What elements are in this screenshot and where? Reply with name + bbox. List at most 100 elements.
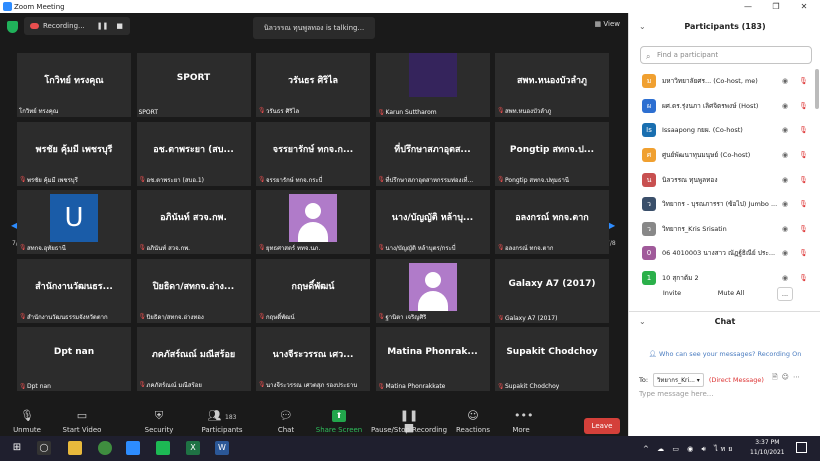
unmute-button[interactable]: 🎙︎ Unmute <box>0 410 57 435</box>
video-status-icon[interactable]: ◉ <box>782 151 788 159</box>
file-explorer-icon[interactable] <box>68 441 82 455</box>
who-can-see-link[interactable]: 👤︎ Who can see your messages? Recording … <box>629 350 820 358</box>
participant-row[interactable]: 0 06 4010003 นางสาว ณัฏฐ์ธิณีย์ ประ... ◉ 🎙︎ <box>629 241 815 266</box>
stop-recording-button[interactable]: ■ <box>116 22 123 30</box>
video-tile[interactable]: Galaxy A7 (2017) 🎙︎ Galaxy A7 (2017) <box>495 258 609 323</box>
video-tile[interactable]: 🎙︎ ยุทธศาสตร์ ททจ.นภ. <box>256 190 370 254</box>
start-video-label: Start Video <box>62 426 102 434</box>
participant-search-input[interactable]: ⌕ Find a participant <box>640 46 812 64</box>
search-taskbar-icon[interactable]: ◯ <box>37 441 51 455</box>
mic-status-icon[interactable]: 🎙︎ <box>799 200 808 208</box>
video-status-icon[interactable]: ◉ <box>782 176 788 184</box>
participant-row[interactable]: ศ ศูนย์พัฒนาทุนมนุษย์ (Co-host) ◉ 🎙︎ <box>629 143 815 168</box>
video-tile[interactable]: U 🎙︎ สทกจ.อุทัยธานี <box>17 190 131 254</box>
view-button[interactable]: ▦ View <box>595 20 620 28</box>
participants-button[interactable]: 👥︎ 183 Participants <box>192 410 252 435</box>
close-button[interactable]: ✕ <box>790 0 818 13</box>
invite-button[interactable]: Invite <box>659 287 685 301</box>
participant-row[interactable]: ว วิทยากร - บุรณภารรา (ซ้อไป) Jumbo ... ◉ 🎙… <box>629 192 815 217</box>
pause-stop-recording-button[interactable]: ❚❚ ■ Pause/Stop Recording <box>369 410 449 435</box>
search-placeholder: Find a participant <box>657 51 719 59</box>
video-tile[interactable]: SPORT SPORT <box>136 53 251 117</box>
video-tile[interactable]: พรชัย คุ้มมี เพชรบุรี 🎙︎ พรชัย คุ้มมี เพชร… <box>17 121 131 186</box>
participant-row[interactable]: Is Issaapong กยผ. (Co-host) ◉ 🎙︎ <box>629 118 815 143</box>
video-tile[interactable]: สำนักงานวัฒนธร... 🎙︎ สำนักงานวัฒนธรรมจังหว… <box>17 258 131 323</box>
clock[interactable]: 3:37 PM 11/10/2021 <box>750 438 785 458</box>
notification-icon[interactable] <box>796 442 807 453</box>
video-status-icon[interactable]: ◉ <box>782 200 788 208</box>
video-tile[interactable]: กฤษดิ์พัฒน์ 🎙︎ กฤษดิ์พัฒน์ <box>256 258 370 323</box>
chat-more-icon[interactable]: ⋯ <box>793 373 804 381</box>
leave-button[interactable]: Leave <box>584 418 620 434</box>
participant-row[interactable]: ม มหาวิทยาลัยศร... (Co-host, me) ◉ 🎙︎ <box>629 69 815 94</box>
mic-muted-icon: 🎙︎ <box>19 312 27 320</box>
chat-button[interactable]: 💬︎ Chat <box>256 410 316 435</box>
security-shield-icon[interactable] <box>7 21 18 33</box>
more-button[interactable]: ••• More <box>491 410 551 435</box>
windows-start-icon[interactable]: ⊞ <box>10 441 24 455</box>
mic-status-icon[interactable]: 🎙︎ <box>799 225 808 233</box>
mic-status-icon[interactable]: 🎙︎ <box>799 274 808 282</box>
video-status-icon[interactable]: ◉ <box>782 249 788 257</box>
excel-icon[interactable]: X <box>186 441 200 455</box>
video-tile[interactable]: ภคภัสร์ณณ์ มณีสร้อย 🎙︎ ภคภัสร์ณณ์ มณีสร้อย <box>136 327 251 391</box>
participant-row[interactable]: 1 10 สุกาต้ม 2 ◉ 🎙︎ <box>629 266 815 289</box>
video-tile[interactable]: Dpt nan 🎙︎ Dpt nan <box>17 327 131 391</box>
maximize-button[interactable]: ❐ <box>762 0 790 13</box>
mic-status-icon[interactable]: 🎙︎ <box>799 126 808 134</box>
security-button[interactable]: ⛨ Security <box>129 410 189 435</box>
tile-label-text: โกวิทย์ ทรงคุณ <box>19 108 59 115</box>
mute-all-button[interactable]: Mute All <box>714 287 748 301</box>
video-tile[interactable]: วรันธร ศิริไล 🎙︎ วรันธร ศิริไล <box>256 53 370 117</box>
video-tile[interactable]: สพท.หนองบัวลำภู 🎙︎ สพท.หนองบัวลำภู <box>495 53 609 117</box>
recipient-select[interactable]: วิทยากร_Kri... ▾ <box>653 373 704 387</box>
emoji-icon[interactable]: ☺ <box>782 373 793 381</box>
mic-status-icon[interactable]: 🎙︎ <box>799 176 808 184</box>
chat-message-input[interactable]: Type message here... <box>639 390 713 398</box>
video-status-icon[interactable]: ◉ <box>782 77 788 85</box>
video-status-icon[interactable]: ◉ <box>782 126 788 134</box>
video-tile[interactable]: ที่ปรึกษาสภาอุตส... 🎙︎ ที่ปรึกษาสภาอุตสาหก… <box>375 121 490 186</box>
video-tile[interactable]: Pongtip สทกจ.ป... 🎙︎ Pongtip สทกจ.ปทุมธานี <box>495 121 609 186</box>
word-icon[interactable]: W <box>215 441 229 455</box>
chat-collapse-chevron-icon[interactable]: ⌄ <box>639 314 646 330</box>
mic-status-icon[interactable]: 🎙︎ <box>799 102 808 110</box>
collapse-chevron-icon[interactable]: ⌄ <box>639 13 646 41</box>
participant-list-scrollbar[interactable] <box>815 69 819 109</box>
tile-display-name: กฤษดิ์พัฒน์ <box>291 281 335 292</box>
video-tile[interactable]: 🎙︎ ฐานิตา เจริญศิริ <box>375 258 490 323</box>
mic-status-icon[interactable]: 🎙︎ <box>799 249 808 257</box>
start-video-button[interactable]: ▭ Start Video <box>52 410 112 435</box>
video-tile[interactable]: Supakit Chodchoy 🎙︎ Supakit Chodchoy <box>495 327 609 391</box>
mic-status-icon[interactable]: 🎙︎ <box>799 151 808 159</box>
share-screen-button[interactable]: ⬆ Share Screen <box>309 410 369 434</box>
video-tile[interactable]: ปิยธิดา/สทกจ.อ่าง... 🎙︎ ปิยธิดา/สทกจ.อ่างท… <box>136 258 251 323</box>
video-tile[interactable]: อภินันท์ สวจ.กพ. 🎙︎ อภินันท์ สวจ.กพ. <box>136 190 251 254</box>
mic-muted-icon: 🎙︎ <box>19 175 27 183</box>
video-status-icon[interactable]: ◉ <box>782 102 788 110</box>
title-bar: Zoom Meeting — ❐ ✕ <box>0 0 820 13</box>
system-tray-icons[interactable]: ^ ☁ ▭ ◉ 🔊︎ ไทย <box>643 444 735 455</box>
chrome-icon[interactable] <box>98 441 112 455</box>
line-icon[interactable] <box>156 441 170 455</box>
mic-status-icon[interactable]: 🎙︎ <box>799 77 808 85</box>
participant-row[interactable]: น นิลวรรณ ทุนพูลทอง ◉ 🎙︎ <box>629 167 815 192</box>
video-tile[interactable]: อลงกรณ์ ทกจ.ตาก 🎙︎ อลงกรณ์ ทกจ.ตาก <box>495 190 609 254</box>
participants-more-button[interactable]: ... <box>777 287 793 301</box>
participant-row[interactable]: ผ ผศ.ดร.รุ่งนภา เลิศจิตรพงษ์ (Host) ◉ 🎙︎ <box>629 94 815 119</box>
video-tile[interactable]: 🎙︎ Karun Suttharom <box>375 53 490 117</box>
chat-tools: 🗎︎☺⋯ <box>772 373 804 384</box>
participant-row[interactable]: ว วิทยากร_Kris Srisatin ◉ 🎙︎ <box>629 217 815 242</box>
minimize-button[interactable]: — <box>734 0 762 13</box>
video-tile[interactable]: โกวิทย์ ทรงคุณ โกวิทย์ ทรงคุณ <box>17 53 131 117</box>
file-icon[interactable]: 🗎︎ <box>772 373 782 381</box>
zoom-taskbar-icon[interactable] <box>126 441 140 455</box>
video-tile[interactable]: จรรยารักษ์ ทกจ.ก... 🎙︎ จรรยารักษ์ ทกจ.กระบ… <box>256 121 370 186</box>
video-tile[interactable]: อช.ตาพระยา (สบ... 🎙︎ อช.ตาพระยา (สบอ.1) <box>136 121 251 186</box>
video-status-icon[interactable]: ◉ <box>782 274 788 282</box>
video-tile[interactable]: Matina Phonrak... 🎙︎ Matina Phonrakkate <box>375 327 490 391</box>
video-tile[interactable]: นางจีระวรรณ เศว... 🎙︎ นางจีระวรรณ เศวตสุภ … <box>256 327 370 391</box>
video-tile[interactable]: นาง/บัญญัติ หล้าบุ... 🎙︎ นาง/บัญญัติ หล้าบ… <box>375 190 490 254</box>
video-status-icon[interactable]: ◉ <box>782 225 788 233</box>
pause-recording-button[interactable]: ❚❚ <box>97 22 109 30</box>
